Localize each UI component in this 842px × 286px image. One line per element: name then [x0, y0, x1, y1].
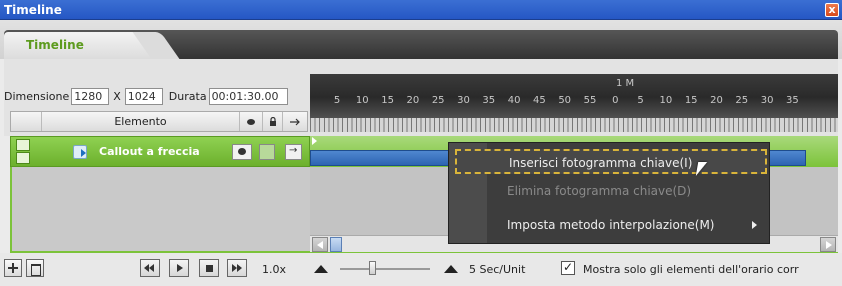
window-title: Timeline [4, 3, 62, 17]
tab-strip: Timeline [0, 20, 842, 59]
dimension-label: Dimensione [4, 89, 70, 103]
window-titlebar: Timeline x [0, 0, 842, 20]
ruler-tick-label: 30 [760, 95, 774, 106]
ruler-tick-label: 35 [786, 95, 799, 106]
lock-toggle[interactable] [259, 144, 275, 160]
eye-icon[interactable] [239, 112, 262, 131]
ruler-tick-label: 5 [637, 95, 644, 106]
tab-timeline[interactable]: Timeline [4, 32, 152, 59]
tab-label: Timeline [26, 38, 84, 52]
scroll-right-button[interactable] [820, 237, 836, 252]
menu-item-label: Imposta metodo interpolazione(M) [507, 218, 715, 232]
ruler-tick-label: 25 [735, 95, 749, 106]
trash-icon[interactable] [26, 259, 44, 277]
ruler-tick-label: 20 [710, 95, 723, 106]
ruler-tick-label: 30 [457, 95, 470, 106]
ruler-tick-label: 45 [533, 95, 546, 106]
column-header: Elemento [10, 111, 308, 132]
scroll-thumb[interactable] [330, 237, 342, 252]
menu-item-delete-keyframe: Elimina fotogramma chiave(D) [507, 184, 692, 198]
ruler-minute-label: 1 M [616, 78, 635, 89]
ruler-tick-label: 20 [406, 95, 420, 106]
ruler-tick-label: 55 [583, 95, 597, 106]
show-current-only-label: Mostra solo gli elementi dell'orario cor… [583, 263, 799, 276]
lock-icon[interactable] [262, 112, 282, 131]
ruler-tick-label: 50 [558, 95, 572, 106]
row-toggle-group [16, 139, 32, 165]
menu-item-interpolation-method[interactable]: Imposta metodo interpolazione(M) [455, 213, 767, 238]
ruler-tick-label: 0 [612, 95, 619, 106]
play-icon[interactable] [169, 259, 189, 277]
row-expand-toggle[interactable] [16, 139, 30, 151]
context-menu: Inserisci fotogramma chiave(I) Elimina f… [448, 142, 770, 244]
ruler-tick-label: 15 [684, 95, 698, 106]
ruler-tick-label: 10 [355, 95, 369, 106]
ruler-tick-label: 15 [381, 95, 394, 106]
duration-field[interactable]: 00:01:30.00 [208, 87, 288, 105]
rewind-icon[interactable] [140, 259, 160, 277]
ruler-tick-label: 25 [431, 95, 445, 106]
fast-forward-icon[interactable] [227, 259, 247, 277]
menu-item-insert-keyframe[interactable]: Inserisci fotogramma chiave(I) [455, 149, 767, 174]
ruler-tick-label: 10 [659, 95, 673, 106]
close-icon[interactable]: x [825, 3, 839, 17]
ruler-tick-label: 5 [333, 95, 341, 106]
dimension-separator: X [113, 89, 121, 103]
zoom-slider-thumb[interactable] [369, 261, 376, 275]
column-element: Elemento [41, 112, 239, 131]
ruler-tick-label: 35 [482, 95, 496, 106]
height-field[interactable]: 1024 [124, 87, 163, 105]
arrow-right-icon[interactable] [282, 112, 308, 131]
eye-icon[interactable] [232, 144, 252, 160]
zoom-slider-track[interactable] [340, 268, 430, 270]
playback-speed[interactable]: 1.0x [262, 263, 286, 276]
ruler-tick-label: 40 [507, 95, 521, 106]
bottom-toolbar: 1.0x 5 Sec/Unit Mostra solo gli elementi… [0, 253, 842, 286]
row-visibility-toggle[interactable] [16, 152, 30, 164]
ruler-ticks [310, 118, 838, 132]
element-row[interactable]: Callout a freccia [10, 136, 310, 167]
element-name: Callout a freccia [99, 145, 200, 158]
arrow-right-icon[interactable] [285, 144, 302, 160]
zoom-out-icon[interactable] [314, 265, 328, 273]
time-ruler[interactable]: 1 M 5 10 15 20 25 30 35 40 45 50 55 0 5 10 15 20 25 30 35 [310, 74, 838, 132]
scroll-left-button[interactable] [312, 237, 328, 252]
duration-label: Durata [168, 89, 207, 103]
time-unit-label: 5 Sec/Unit [469, 263, 526, 276]
width-field[interactable]: 1280 [71, 87, 110, 105]
zoom-in-icon[interactable] [444, 265, 458, 273]
dimensions-row: Dimensione 1280 X 1024 Durata 00:01:30.0… [4, 86, 288, 106]
playhead-marker[interactable] [312, 137, 317, 145]
stop-icon[interactable] [199, 259, 219, 277]
show-current-only-checkbox[interactable] [561, 260, 575, 275]
add-icon[interactable] [4, 259, 22, 277]
callout-arrow-icon [73, 145, 87, 159]
submenu-arrow-icon [752, 221, 757, 229]
